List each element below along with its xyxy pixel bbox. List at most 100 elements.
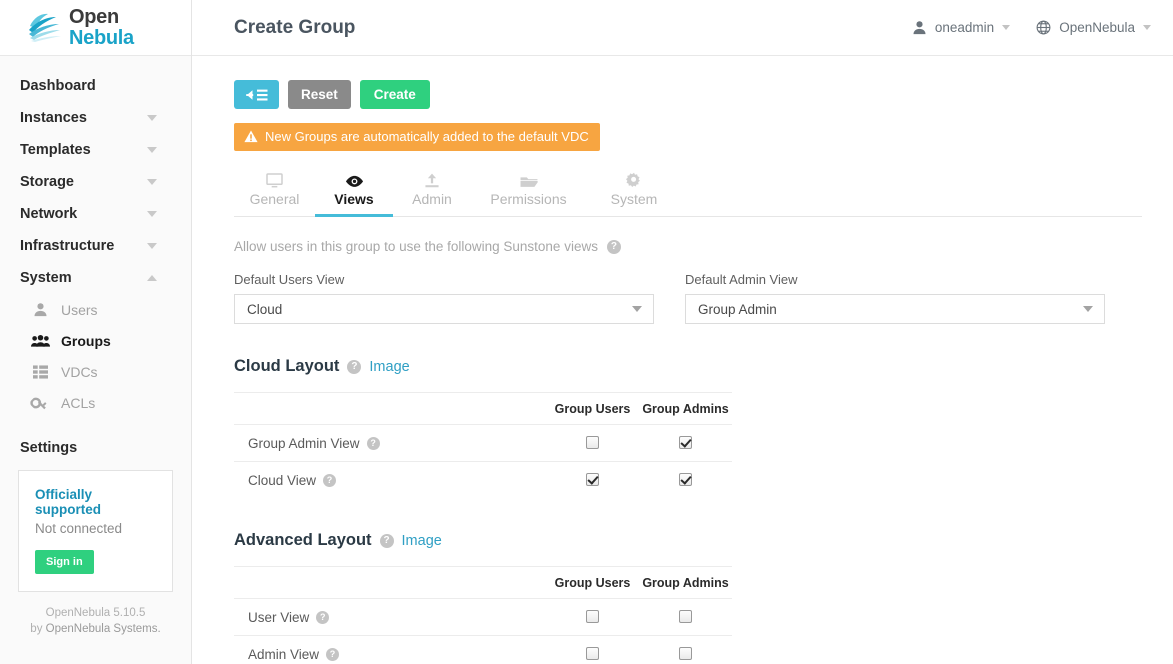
- advanced-layout-title: Advanced Layout: [234, 531, 372, 549]
- cloud-row-group-admin-view: Group Admin View ?: [234, 424, 546, 462]
- default-users-view-field: Default Users View Cloud: [234, 272, 654, 324]
- advanced-layout-section: Advanced Layout ? Image Group Users Grou…: [234, 531, 732, 664]
- alert-banner: New Groups are automatically added to th…: [234, 123, 600, 151]
- sidebar-label-storage: Storage: [20, 174, 74, 190]
- tab-system[interactable]: System: [586, 165, 682, 216]
- sign-in-button[interactable]: Sign in: [35, 550, 94, 574]
- sidebar-label-vdcs: VDCs: [61, 363, 98, 380]
- sidebar-subnav-system: Users Groups VDCs ACLs: [0, 294, 191, 422]
- zone-menu[interactable]: OpenNebula: [1036, 20, 1151, 35]
- checkbox-advanced-user-view-users[interactable]: [586, 610, 599, 624]
- advanced-layout-thead: Group Users Group Admins: [234, 566, 732, 599]
- advanced-layout-image-link[interactable]: Image: [402, 533, 442, 549]
- sidebar-item-infrastructure[interactable]: Infrastructure: [0, 230, 191, 262]
- cloud-col-group-admins: Group Admins: [639, 392, 732, 425]
- checkbox-cloud-group-admin-view-admins[interactable]: [679, 436, 692, 450]
- checkbox-advanced-admin-view-users[interactable]: [586, 647, 599, 661]
- default-admin-view-select[interactable]: Group Admin: [685, 294, 1105, 324]
- views-description: Allow users in this group to use the fol…: [234, 239, 598, 254]
- chevron-down-icon: [1143, 25, 1151, 30]
- views-description-row: Allow users in this group to use the fol…: [234, 239, 1173, 254]
- advanced-layout-header: Advanced Layout ? Image: [234, 531, 732, 550]
- sidebar-item-groups[interactable]: Groups: [0, 325, 191, 356]
- alert-message: New Groups are automatically added to th…: [265, 129, 589, 144]
- sidebar-item-network[interactable]: Network: [0, 198, 191, 230]
- tab-general[interactable]: General: [234, 165, 315, 216]
- reset-button[interactable]: Reset: [288, 80, 351, 109]
- sidebar-item-templates[interactable]: Templates: [0, 134, 191, 166]
- row-label: Cloud View: [248, 472, 317, 488]
- chevron-down-icon: [147, 243, 157, 249]
- support-box: Officially supported Not connected Sign …: [18, 470, 173, 592]
- adv-av-admins-cell: [639, 635, 732, 664]
- sidebar-item-vdcs[interactable]: VDCs: [0, 356, 191, 387]
- monitor-icon: [266, 171, 283, 188]
- checkbox-cloud-cloud-view-admins[interactable]: [679, 473, 692, 487]
- chevron-down-icon: [147, 211, 157, 217]
- sidebar-settings-heading[interactable]: Settings: [0, 422, 191, 456]
- sidebar-item-users[interactable]: Users: [0, 294, 191, 325]
- help-icon[interactable]: ?: [347, 359, 362, 374]
- tab-label-views: Views: [334, 191, 374, 207]
- help-icon[interactable]: ?: [323, 473, 337, 487]
- default-admin-view-label: Default Admin View: [685, 272, 798, 287]
- sidebar-item-dashboard[interactable]: Dashboard: [0, 70, 191, 102]
- main-area: Create Group oneadmin OpenNebula Reset C…: [192, 0, 1173, 664]
- cloud-layout-thead: Group Users Group Admins: [234, 392, 732, 425]
- sidebar-item-system[interactable]: System: [0, 262, 191, 294]
- checkbox-advanced-admin-view-admins[interactable]: [679, 647, 692, 661]
- row-label-wrap: User View ?: [248, 610, 546, 625]
- adv-col-group-admins: Group Admins: [639, 566, 732, 599]
- sidebar-label-dashboard: Dashboard: [20, 78, 96, 94]
- cloud-layout-image-link[interactable]: Image: [369, 359, 409, 375]
- default-users-view-label: Default Users View: [234, 272, 345, 287]
- logo-container[interactable]: Open Nebula: [0, 0, 191, 56]
- tab-admin[interactable]: Admin: [393, 165, 471, 216]
- table-header-row: Group Users Group Admins: [234, 566, 732, 599]
- eye-icon: [345, 171, 364, 188]
- gear-icon: [626, 171, 642, 188]
- sidebar-label-instances: Instances: [20, 110, 87, 126]
- sidebar-item-acls[interactable]: ACLs: [0, 387, 191, 418]
- cloud-layout-section: Cloud Layout ? Image Group Users Group A…: [234, 357, 732, 498]
- view-select-fields: Default Users View Cloud Default Admin V…: [234, 272, 1173, 324]
- cloud-layout-tbody: Group Admin View ? Cloud View ?: [234, 424, 732, 498]
- checkbox-cloud-cloud-view-users[interactable]: [586, 473, 599, 487]
- default-admin-view-field: Default Admin View Group Admin: [685, 272, 1105, 324]
- users-group-icon: [30, 332, 50, 349]
- default-users-view-select[interactable]: Cloud: [234, 294, 654, 324]
- row-label: Group Admin View: [248, 435, 360, 451]
- help-icon[interactable]: ?: [326, 647, 340, 661]
- adv-uv-users-cell: [546, 598, 639, 636]
- user-menu[interactable]: oneadmin: [912, 20, 1011, 35]
- sidebar-label-groups: Groups: [61, 332, 111, 349]
- opennebula-logo-icon: [29, 13, 61, 42]
- tab-label-admin: Admin: [412, 191, 452, 207]
- tab-permissions[interactable]: Permissions: [471, 165, 586, 216]
- adv-col-group-users: Group Users: [546, 566, 639, 599]
- table-row: Group Admin View ?: [234, 424, 732, 462]
- top-bar-actions: oneadmin OpenNebula: [912, 20, 1151, 35]
- back-to-list-button[interactable]: [234, 80, 279, 109]
- sidebar-item-storage[interactable]: Storage: [0, 166, 191, 198]
- help-icon[interactable]: ?: [606, 239, 621, 254]
- checkbox-cloud-group-admin-view-users[interactable]: [586, 436, 599, 450]
- sidebar-item-instances[interactable]: Instances: [0, 102, 191, 134]
- tab-views[interactable]: Views: [315, 165, 393, 217]
- help-icon[interactable]: ?: [316, 610, 330, 624]
- sidebar-label-users: Users: [61, 301, 98, 318]
- table-row: Admin View ?: [234, 635, 732, 664]
- cloud-cv-admins-cell: [639, 461, 732, 498]
- cloud-gav-users-cell: [546, 424, 639, 462]
- sidebar-label-infrastructure: Infrastructure: [20, 238, 115, 254]
- content-area: Reset Create New Groups are automaticall…: [192, 56, 1173, 664]
- cloud-layout-header: Cloud Layout ? Image: [234, 357, 732, 376]
- opennebula-logo[interactable]: Open Nebula: [28, 7, 134, 48]
- checkbox-advanced-user-view-admins[interactable]: [679, 610, 692, 624]
- help-icon[interactable]: ?: [366, 436, 380, 450]
- chevron-down-icon: [1002, 25, 1011, 30]
- sidebar-footer: OpenNebula 5.10.5 by OpenNebula Systems.: [0, 605, 191, 664]
- chevron-down-icon: [1083, 306, 1093, 312]
- create-button[interactable]: Create: [359, 80, 430, 109]
- help-icon[interactable]: ?: [379, 533, 394, 548]
